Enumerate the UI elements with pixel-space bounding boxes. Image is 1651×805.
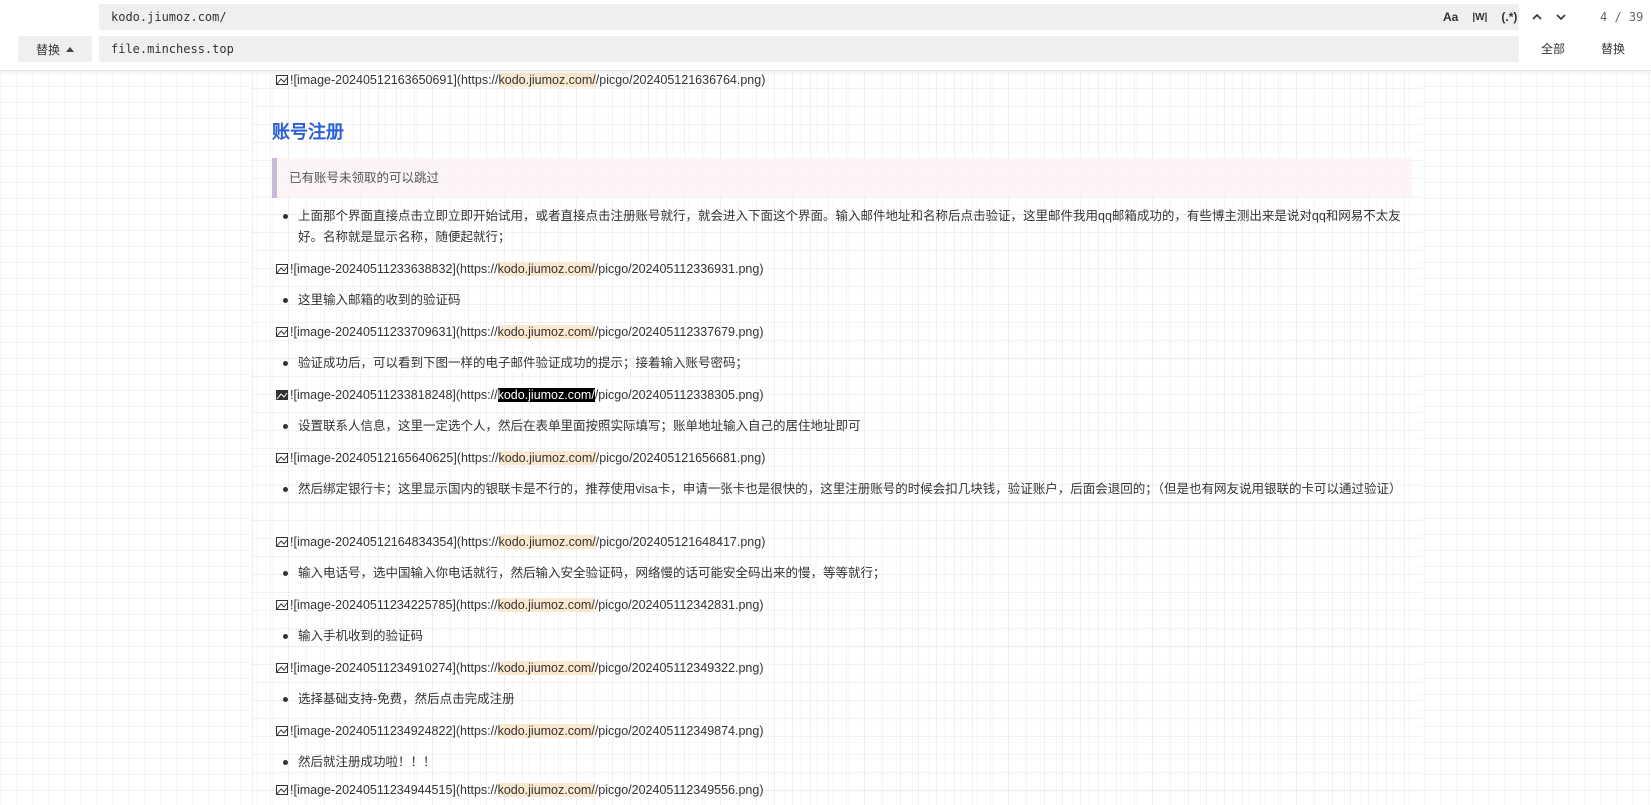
replace-button[interactable]: 替换 bbox=[1601, 36, 1625, 62]
blockquote-text: 已有账号未领取的可以跳过 bbox=[289, 171, 440, 185]
image-link-text: ![image-20240511233818248](https:// bbox=[290, 388, 498, 402]
list-item: 设置联系人信息，这里一定选个人，然后在表单里面按照实际填写；账单地址输入自己的居… bbox=[283, 416, 1410, 437]
search-match: kodo.jiumoz.com/ bbox=[498, 535, 596, 549]
broken-image-icon bbox=[276, 600, 288, 610]
replace-toggle-button[interactable]: 替换 bbox=[18, 36, 92, 62]
search-match: kodo.jiumoz.com/ bbox=[497, 724, 595, 738]
list-item: 选择基础支持-免费，然后点击完成注册 bbox=[283, 689, 1410, 710]
broken-image-icon bbox=[276, 327, 288, 337]
list-item: 这里输入邮箱的收到的验证码 bbox=[283, 290, 1410, 311]
image-markdown-line[interactable]: ![image-20240512164834354](https://kodo.… bbox=[276, 535, 765, 549]
match-case-toggle[interactable]: Aa bbox=[1443, 10, 1458, 24]
find-nav bbox=[1530, 4, 1578, 30]
image-markdown-line[interactable]: ![image-20240511234924822](https://kodo.… bbox=[276, 724, 764, 738]
broken-image-icon bbox=[276, 663, 288, 673]
search-match: kodo.jiumoz.com/ bbox=[497, 262, 595, 276]
whole-word-toggle[interactable]: |W| bbox=[1472, 12, 1487, 23]
image-link-text: ![image-20240512163650691](https:// bbox=[290, 73, 499, 87]
replace-toggle-label: 替换 bbox=[35, 42, 60, 57]
search-match: kodo.jiumoz.com/ bbox=[497, 598, 595, 612]
search-match: kodo.jiumoz.com/ bbox=[498, 451, 596, 465]
image-link-text: ![image-20240512164834354](https:// bbox=[290, 535, 499, 549]
search-match: kodo.jiumoz.com/ bbox=[498, 73, 596, 87]
image-link-text: ![image-20240511234944515](https:// bbox=[290, 783, 498, 797]
broken-image-icon bbox=[276, 75, 288, 85]
image-link-text: /picgo/202405112349322.png) bbox=[594, 661, 764, 675]
image-link-text: /picgo/202405121656681.png) bbox=[595, 451, 766, 465]
broken-image-icon bbox=[276, 264, 288, 274]
search-match: kodo.jiumoz.com/ bbox=[497, 325, 595, 339]
find-replace-bar: kodo.jiumoz.com/ Aa |W| (.*) 4 / 39 替换 f… bbox=[0, 0, 1651, 71]
image-markdown-line[interactable]: ![image-20240511233709631](https://kodo.… bbox=[276, 325, 764, 339]
image-link-text: /picgo/202405112336931.png) bbox=[594, 262, 764, 276]
replace-all-button[interactable]: 全部 bbox=[1541, 36, 1565, 62]
match-count: 4 / 39 bbox=[1600, 10, 1644, 24]
image-markdown-line[interactable]: ![image-20240511234944515](https://kodo.… bbox=[276, 783, 764, 797]
image-link-text: /picgo/202405112338305.png) bbox=[594, 388, 764, 402]
list-item: 然后绑定银行卡；这里显示国内的银联卡是不行的，推荐使用visa卡，申请一张卡也是… bbox=[283, 479, 1410, 500]
list-item: 输入电话号，选中国输入你电话就行，然后输入安全验证码，网络慢的话可能安全码出来的… bbox=[283, 563, 1410, 584]
list-item: 验证成功后，可以看到下图一样的电子邮件验证成功的提示；接着输入账号密码； bbox=[283, 353, 1410, 374]
chevron-down-icon[interactable] bbox=[1554, 10, 1568, 24]
image-link-text: /picgo/202405121648417.png) bbox=[595, 535, 766, 549]
regex-toggle[interactable]: (.*) bbox=[1501, 10, 1517, 24]
blockquote: 已有账号未领取的可以跳过 bbox=[272, 158, 1412, 198]
find-input[interactable]: kodo.jiumoz.com/ bbox=[99, 4, 1519, 30]
image-link-text: /picgo/202405112337679.png) bbox=[594, 325, 764, 339]
image-link-text: ![image-20240511234924822](https:// bbox=[290, 724, 498, 738]
list-item: 输入手机收到的验证码 bbox=[283, 626, 1410, 647]
search-match: kodo.jiumoz.com/ bbox=[497, 783, 595, 797]
image-markdown-line[interactable]: ![image-20240512163650691](https://kodo.… bbox=[276, 73, 765, 87]
image-link-text: /picgo/202405112342831.png) bbox=[594, 598, 764, 612]
image-link-text: ![image-20240511234225785](https:// bbox=[290, 598, 498, 612]
broken-image-icon bbox=[276, 785, 288, 795]
search-match: kodo.jiumoz.com/ bbox=[497, 661, 595, 675]
image-link-text: ![image-20240512165640625](https:// bbox=[290, 451, 499, 465]
image-link-text: /picgo/202405121636764.png) bbox=[595, 73, 766, 87]
image-markdown-line[interactable]: ![image-20240511234225785](https://kodo.… bbox=[276, 598, 764, 612]
find-options: Aa |W| (.*) bbox=[1443, 4, 1531, 30]
image-link-text: /picgo/202405112349556.png) bbox=[594, 783, 764, 797]
chevron-up-icon[interactable] bbox=[1530, 10, 1544, 24]
image-markdown-line[interactable]: ![image-20240511233818248](https://kodo.… bbox=[276, 388, 764, 402]
active-search-match: kodo.jiumoz.com/ bbox=[497, 388, 595, 402]
replace-input[interactable]: file.minchess.top bbox=[99, 36, 1519, 62]
image-markdown-line[interactable]: ![image-20240511234910274](https://kodo.… bbox=[276, 661, 764, 675]
image-icon bbox=[276, 390, 288, 400]
image-link-text: ![image-20240511234910274](https:// bbox=[290, 661, 498, 675]
section-heading: 账号注册 bbox=[272, 122, 344, 142]
image-link-text: /picgo/202405112349874.png) bbox=[594, 724, 764, 738]
caret-up-icon bbox=[66, 46, 74, 52]
image-link-text: ![image-20240511233709631](https:// bbox=[290, 325, 498, 339]
list-item: 然后就注册成功啦！！！ bbox=[283, 752, 1410, 773]
image-link-text: ![image-20240511233638832](https:// bbox=[290, 262, 498, 276]
image-markdown-line[interactable]: ![image-20240512165640625](https://kodo.… bbox=[276, 451, 765, 465]
list-item: 上面那个界面直接点击立即立即开始试用，或者直接点击注册账号就行，就会进入下面这个… bbox=[283, 206, 1410, 248]
broken-image-icon bbox=[276, 537, 288, 547]
broken-image-icon bbox=[276, 726, 288, 736]
image-markdown-line[interactable]: ![image-20240511233638832](https://kodo.… bbox=[276, 262, 764, 276]
broken-image-icon bbox=[276, 453, 288, 463]
